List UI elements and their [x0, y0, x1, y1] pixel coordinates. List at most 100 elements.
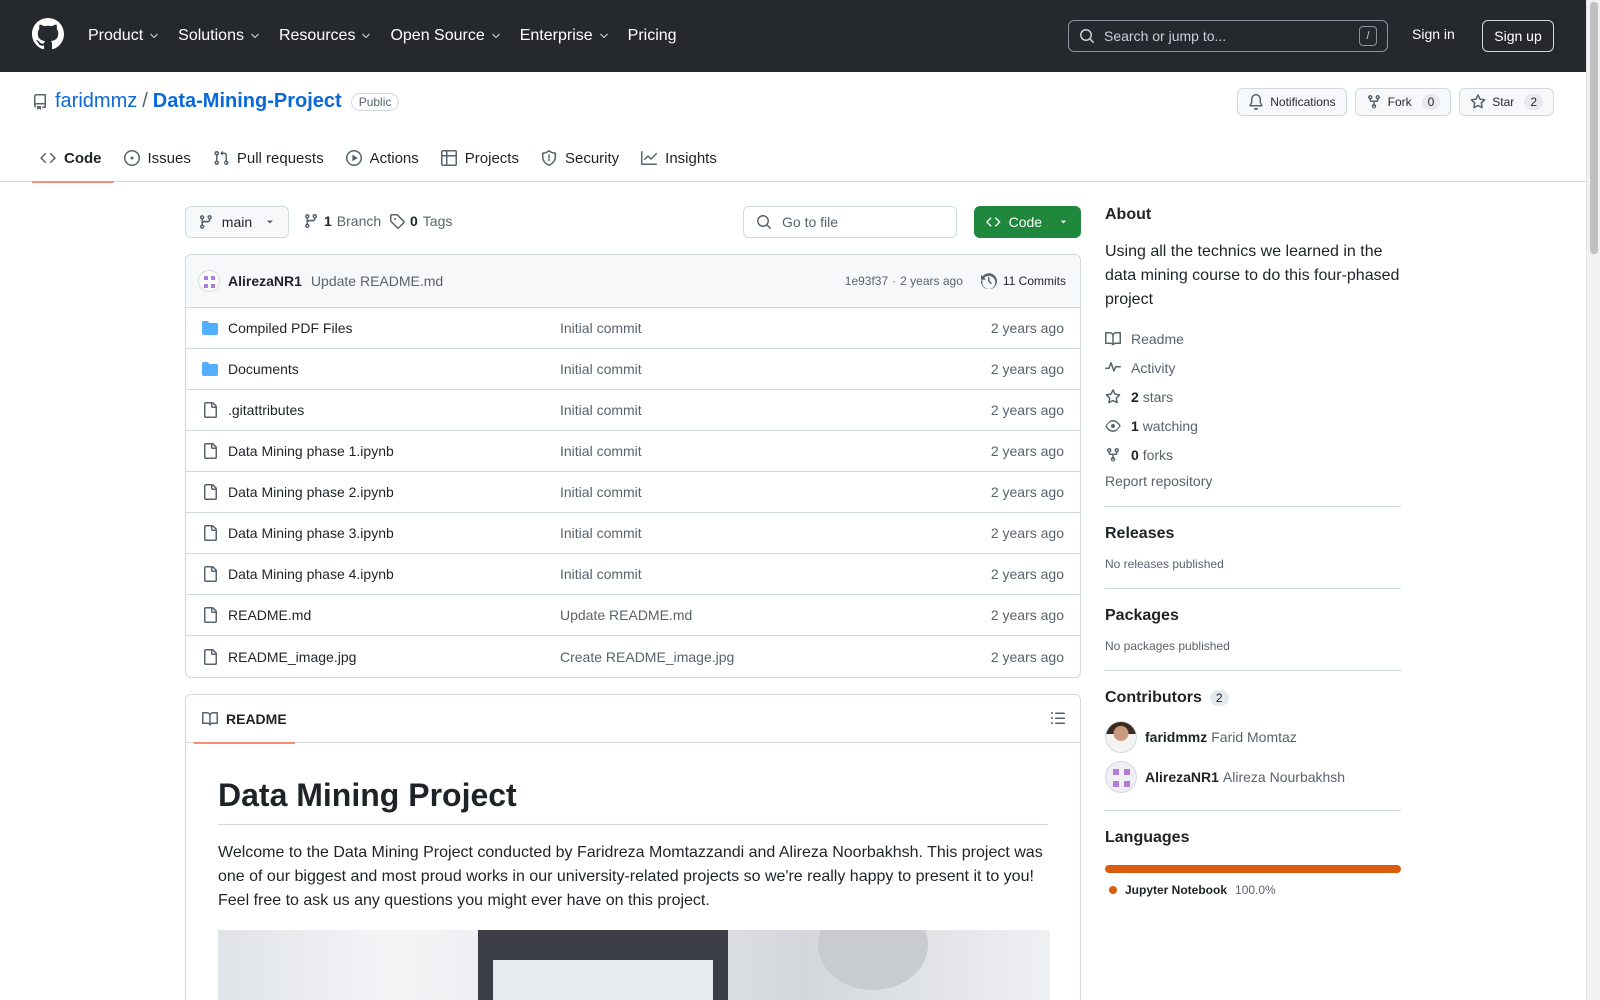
repo-name-link[interactable]: Data-Mining-Project: [153, 90, 342, 113]
packages-heading[interactable]: Packages: [1105, 607, 1401, 625]
tab-insights[interactable]: Insights: [633, 134, 729, 182]
global-nav: Product Solutions Resources Open Source …: [88, 0, 695, 72]
contributor-item[interactable]: AlirezaNR1 Alireza Nourbakhsh: [1105, 761, 1401, 793]
file-commit-message[interactable]: Initial commit: [560, 402, 642, 418]
file-commit-message[interactable]: Initial commit: [560, 320, 642, 336]
file-commit-message[interactable]: Initial commit: [560, 525, 642, 541]
search-input[interactable]: Search or jump to... /: [1068, 20, 1388, 52]
tab-code[interactable]: Code: [32, 134, 114, 183]
file-name-link[interactable]: Compiled PDF Files: [228, 320, 352, 336]
tab-actions[interactable]: Actions: [338, 134, 431, 182]
readme-image-screen: [493, 960, 713, 1000]
watching-count: 1: [1131, 417, 1139, 434]
code-download-button[interactable]: Code: [974, 206, 1081, 238]
commit-hash[interactable]: 1e93f37: [845, 274, 888, 288]
file-row[interactable]: Data Mining phase 4.ipynb Initial commit 2…: [186, 554, 1080, 595]
contributor-item[interactable]: faridmmz Farid Momtaz: [1105, 721, 1401, 753]
forks-link[interactable]: 0 forks: [1105, 440, 1401, 469]
star-icon: [1470, 94, 1486, 109]
page-scrollbar[interactable]: [1586, 0, 1600, 1000]
file-name-link[interactable]: Data Mining phase 1.ipynb: [228, 443, 394, 459]
repo-description: Using all the technics we learned in the…: [1105, 243, 1400, 308]
file-commit-message[interactable]: Initial commit: [560, 361, 642, 377]
languages-heading: Languages: [1105, 829, 1190, 846]
file-name-link[interactable]: Documents: [228, 361, 299, 377]
file-row[interactable]: Compiled PDF Files Initial commit 2 years …: [186, 308, 1080, 349]
activity-link[interactable]: Activity: [1105, 353, 1401, 382]
fork-button[interactable]: Fork 0: [1354, 88, 1452, 116]
commits-history-link[interactable]: 11 Commits: [980, 273, 1066, 289]
file-commit-message[interactable]: Initial commit: [560, 443, 642, 459]
file-row[interactable]: README.md Update README.md 2 years ago: [186, 595, 1080, 636]
file-row[interactable]: Documents Initial commit 2 years ago: [186, 349, 1080, 390]
stars-label: stars: [1142, 388, 1174, 405]
packages-empty-text: No packages published: [1105, 639, 1230, 653]
go-to-file-input[interactable]: Go to file: [743, 206, 957, 238]
readme-link-label: Readme: [1131, 330, 1184, 347]
report-repository-link[interactable]: Report repository: [1105, 473, 1401, 489]
repo-owner-link[interactable]: faridmmz: [55, 90, 137, 113]
code-button-label: Code: [1008, 214, 1043, 230]
readme-content: Data Mining Project Welcome to the Data …: [186, 777, 1080, 1000]
file-name-link[interactable]: Data Mining phase 3.ipynb: [228, 525, 394, 541]
stars-link[interactable]: 2 stars: [1105, 382, 1401, 411]
sign-in-link[interactable]: Sign in: [1412, 26, 1455, 42]
watchers-link[interactable]: 1 watching: [1105, 411, 1401, 440]
tag-label: Tags: [422, 213, 453, 229]
tab-security[interactable]: Security: [533, 134, 631, 182]
nav-label: Pricing: [627, 27, 677, 44]
file-commit-message[interactable]: Update README.md: [560, 607, 692, 623]
commit-message[interactable]: Update README.md: [311, 273, 443, 289]
nav-solutions[interactable]: Solutions: [178, 27, 261, 45]
file-row[interactable]: .gitattributes Initial commit 2 years ago: [186, 390, 1080, 431]
nav-open-source[interactable]: Open Source: [390, 27, 501, 45]
shield-icon: [541, 150, 557, 166]
tab-issues[interactable]: Issues: [116, 134, 203, 182]
activity-label: Activity: [1131, 359, 1176, 376]
releases-heading[interactable]: Releases: [1105, 525, 1401, 543]
file-commit-date: 2 years ago: [990, 443, 1064, 459]
scrollbar-thumb[interactable]: [1590, 2, 1598, 254]
notifications-label: Notifications: [1270, 95, 1336, 109]
file-name-link[interactable]: .gitattributes: [228, 402, 304, 418]
star-button[interactable]: Star 2: [1459, 88, 1554, 116]
nav-resources[interactable]: Resources: [279, 27, 372, 45]
watching-label: watching: [1142, 417, 1198, 434]
repo-tabs: Code Issues Pull requests Actions Projec…: [32, 134, 731, 183]
readme-link[interactable]: Readme: [1105, 324, 1401, 353]
nav-pricing[interactable]: Pricing: [628, 27, 677, 45]
tab-projects[interactable]: Projects: [433, 134, 531, 182]
commit-author[interactable]: AlirezaNR1: [228, 273, 302, 289]
tab-pull-requests[interactable]: Pull requests: [205, 134, 336, 182]
tags-link[interactable]: 0 Tags: [389, 213, 452, 229]
file-name-link[interactable]: Data Mining phase 2.ipynb: [228, 484, 394, 500]
sign-up-button[interactable]: Sign up: [1482, 20, 1554, 52]
file-commit-message[interactable]: Initial commit: [560, 566, 642, 582]
tab-readme[interactable]: README: [194, 695, 295, 744]
tab-label: Actions: [369, 149, 419, 167]
readme-title: Data Mining Project: [218, 777, 1048, 825]
file-name-link[interactable]: Data Mining phase 4.ipynb: [228, 566, 394, 582]
branch-name: main: [221, 214, 253, 230]
file-row[interactable]: Data Mining phase 1.ipynb Initial commit 2…: [186, 431, 1080, 472]
file-icon: [204, 402, 217, 418]
file-row[interactable]: Data Mining phase 2.ipynb Initial commit 2…: [186, 472, 1080, 513]
file-name-link[interactable]: README_image.jpg: [228, 649, 356, 665]
nav-product[interactable]: Product: [88, 27, 160, 45]
file-name-link[interactable]: README.md: [228, 607, 311, 623]
file-row[interactable]: README_image.jpg Create README_image.jpg 2…: [186, 636, 1080, 677]
avatar[interactable]: [198, 270, 220, 292]
file-commit-message[interactable]: Create README_image.jpg: [560, 649, 734, 665]
language-item[interactable]: Jupyter Notebook 100.0%: [1105, 883, 1401, 897]
contributors-heading[interactable]: Contributors 2: [1105, 689, 1401, 707]
github-logo-icon[interactable]: [32, 18, 64, 50]
file-commit-message[interactable]: Initial commit: [560, 484, 642, 500]
branch-select-button[interactable]: main: [185, 206, 289, 238]
file-row[interactable]: Data Mining phase 3.ipynb Initial commit 2…: [186, 513, 1080, 554]
nav-enterprise[interactable]: Enterprise: [520, 27, 610, 45]
notifications-button[interactable]: Notifications: [1237, 88, 1347, 116]
search-placeholder: Search or jump to...: [1104, 28, 1227, 44]
list-unordered-icon[interactable]: [1050, 710, 1066, 726]
branches-link[interactable]: 1 Branch: [303, 213, 381, 229]
branch-icon: [199, 215, 212, 229]
